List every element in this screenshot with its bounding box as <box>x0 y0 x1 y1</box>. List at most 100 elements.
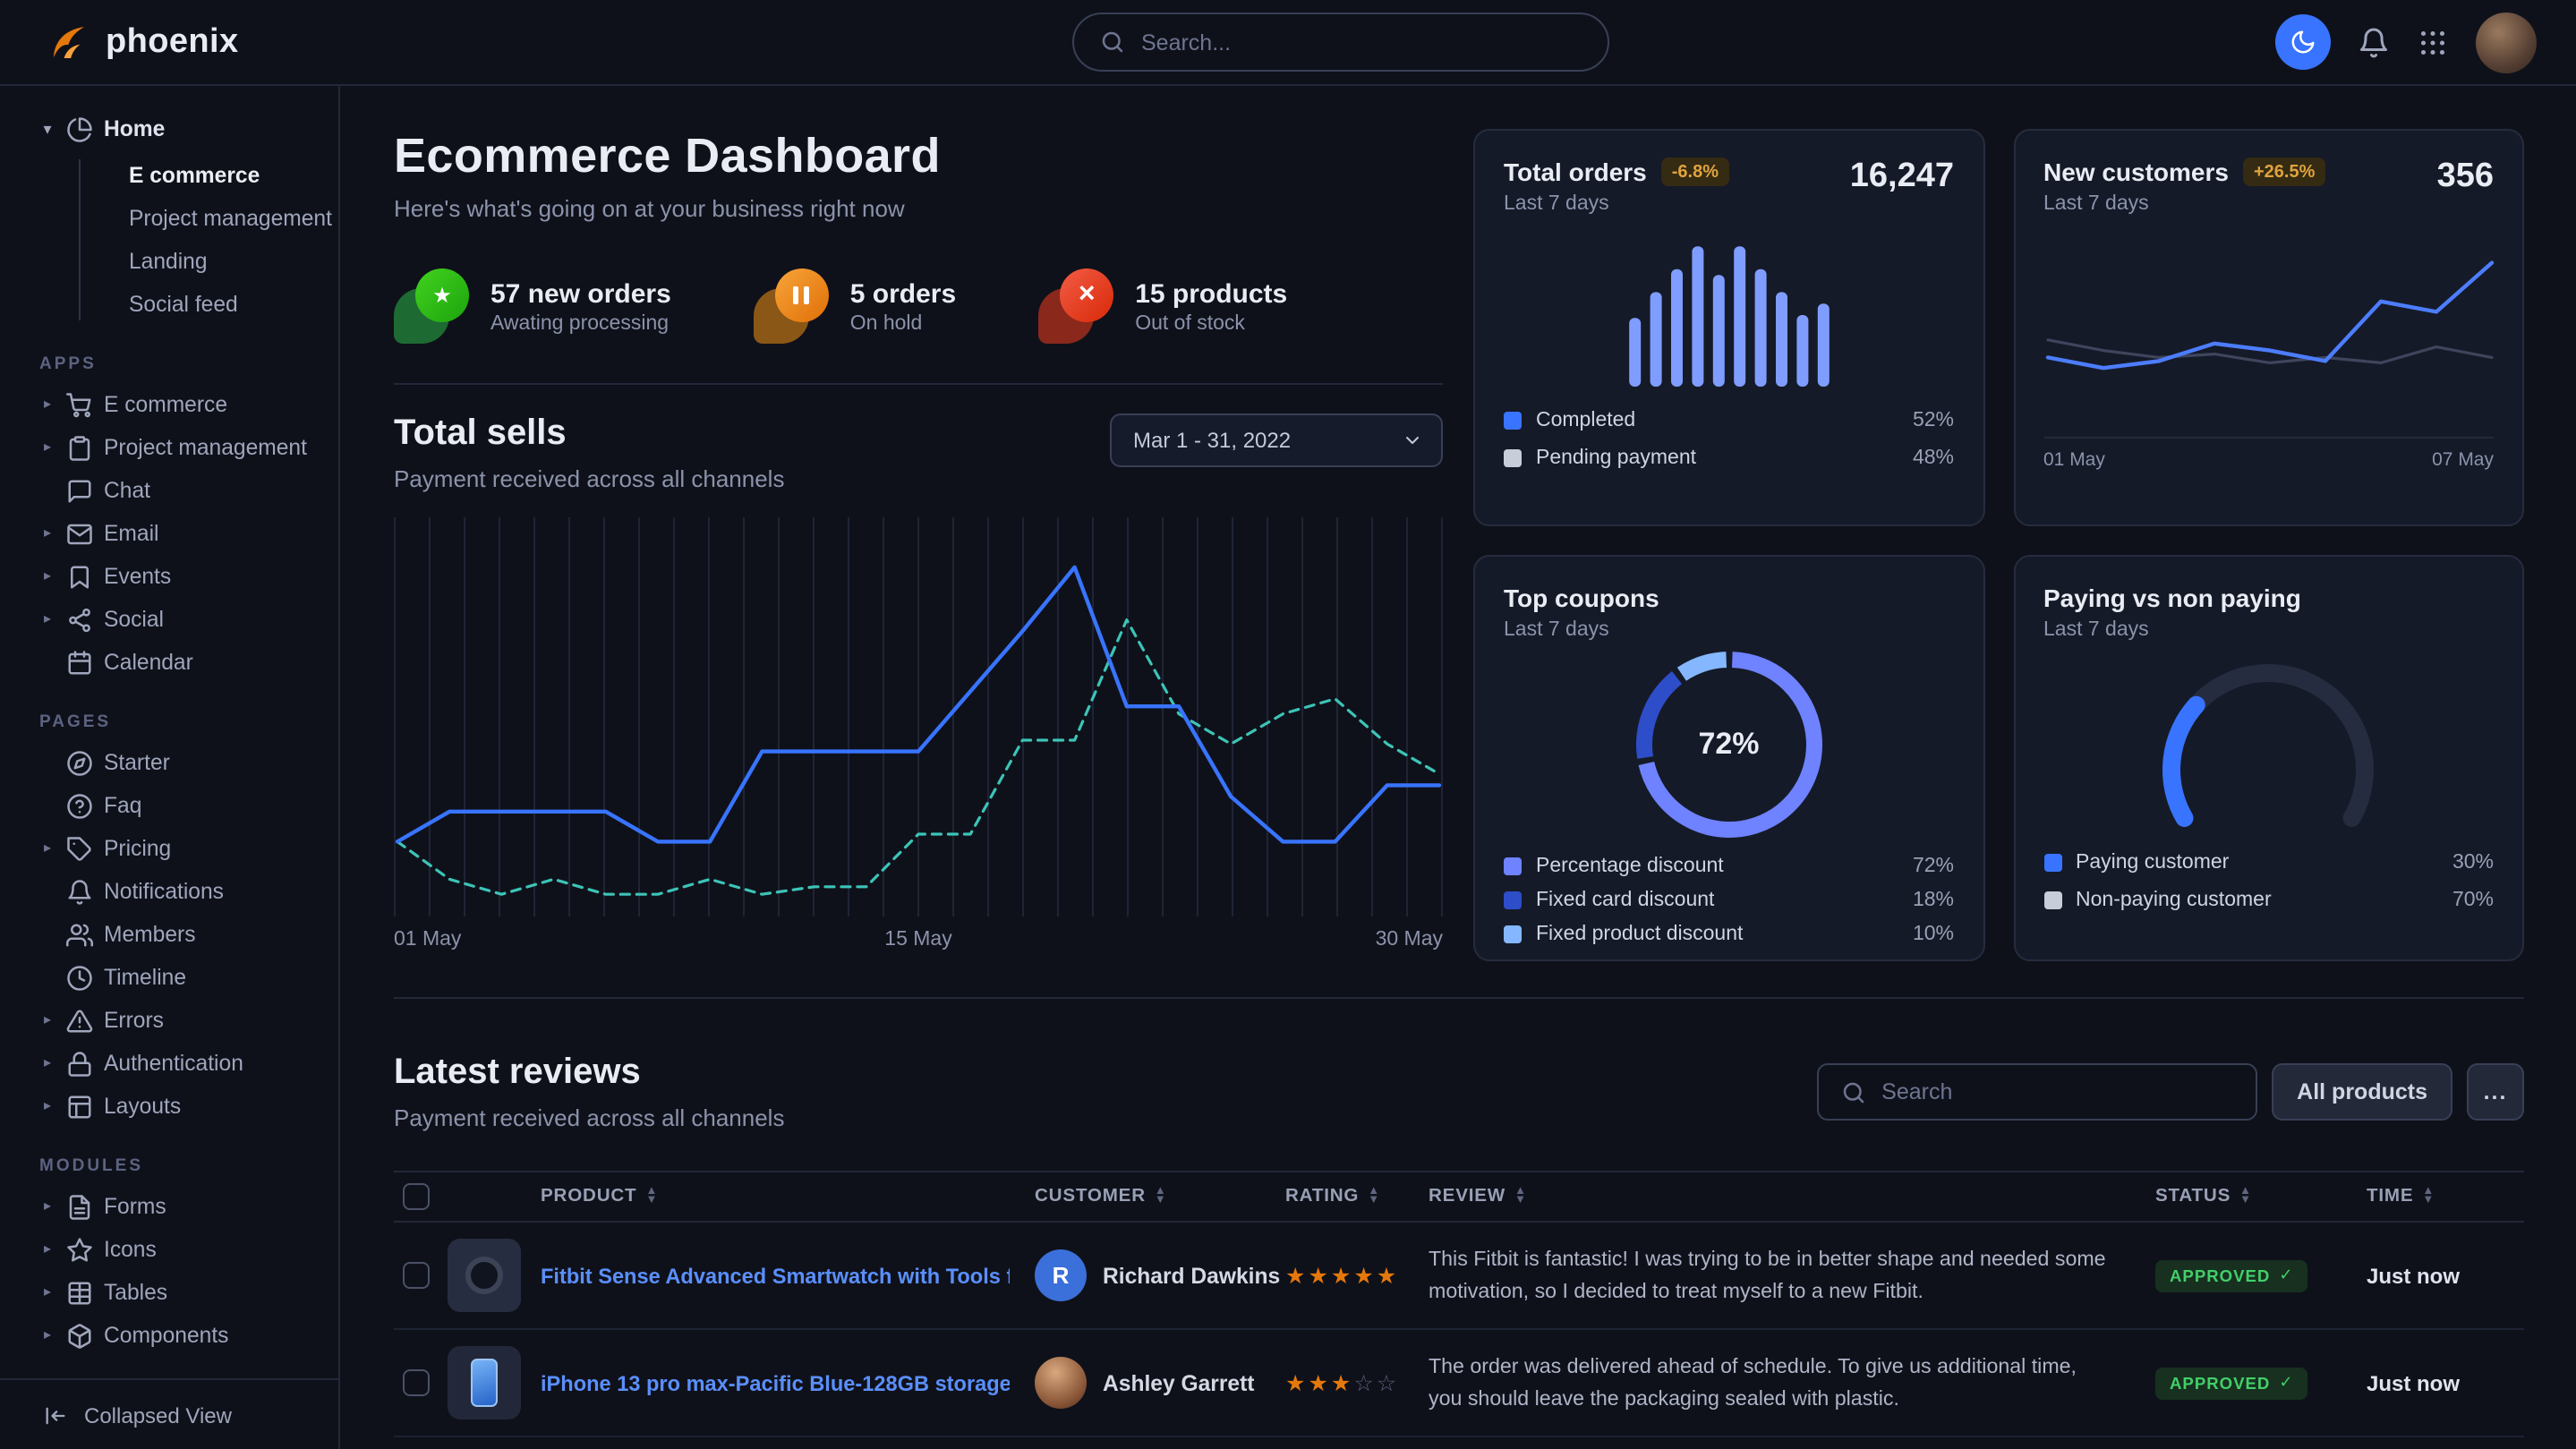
legend-label: Paying customer <box>2076 851 2229 873</box>
sidebar-item-pricing[interactable]: ▸ Pricing <box>0 827 338 870</box>
legend-item: Percentage discount 72% <box>1504 848 1954 882</box>
column-label: TIME <box>2367 1187 2413 1206</box>
star-badge-icon: ★ <box>394 268 469 344</box>
reviews-search[interactable] <box>1817 1063 2257 1121</box>
legend-value: 52% <box>1913 409 1954 430</box>
select-all-checkbox[interactable] <box>403 1183 430 1210</box>
table-header-row: PRODUCT CUSTOMER RATING REVIEW STATUS <box>394 1171 2524 1223</box>
row-checkbox[interactable] <box>403 1262 430 1289</box>
reviews-search-input[interactable] <box>1881 1079 2234 1104</box>
sidebar-item-members[interactable]: Members <box>0 913 338 956</box>
stats-row: ★ 57 new orders Awating processing <box>394 268 1443 385</box>
sidebar-item-project-management-app[interactable]: ▸ Project management <box>0 426 338 469</box>
column-header-rating[interactable]: RATING <box>1285 1187 1429 1206</box>
legend-swatch <box>2043 891 2061 908</box>
sidebar-item-notifications[interactable]: Notifications <box>0 870 338 913</box>
card-period: Last 7 days <box>1504 619 1954 641</box>
legend-label: Fixed card discount <box>1536 889 1714 910</box>
trend-badge: +26.5% <box>2243 158 2325 186</box>
sidebar-item-label: Pricing <box>104 836 171 861</box>
review-text: This Fitbit is fantastic! I was trying t… <box>1429 1244 2155 1307</box>
review-row: iPhone 13 pro max-Pacific Blue-128GB sto… <box>394 1330 2524 1437</box>
caret-right-icon: ▸ <box>39 1242 55 1257</box>
home-sub-list: E commerce Project management Landing So… <box>0 154 338 326</box>
all-products-button[interactable]: All products <box>2272 1063 2452 1121</box>
legend-swatch <box>1504 857 1522 874</box>
sidebar-item-tables[interactable]: ▸ Tables <box>0 1271 338 1314</box>
sidebar-item-components[interactable]: ▸ Components <box>0 1314 338 1357</box>
legend-item: Non-paying customer 70% <box>2043 881 2494 918</box>
caret-right-icon: ▸ <box>39 526 55 541</box>
column-header-time[interactable]: TIME <box>2367 1187 2524 1206</box>
product-link[interactable]: Fitbit Sense Advanced Smartwatch with To… <box>541 1263 1010 1288</box>
sidebar-item-label: Forms <box>104 1194 166 1219</box>
total-sells-subtitle: Payment received across all channels <box>394 465 784 492</box>
column-header-status[interactable]: STATUS <box>2155 1187 2367 1206</box>
sidebar-item-timeline[interactable]: Timeline <box>0 956 338 999</box>
box-icon <box>66 1322 93 1349</box>
form-icon <box>66 1193 93 1220</box>
sidebar-item-home[interactable]: ▾ Home <box>0 107 338 150</box>
compass-icon <box>66 749 93 776</box>
sidebar-item-authentication[interactable]: ▸ Authentication <box>0 1042 338 1085</box>
stat-value: 15 products <box>1135 278 1287 309</box>
global-search[interactable] <box>1071 13 1608 72</box>
sidebar-item-icons[interactable]: ▸ Icons <box>0 1228 338 1271</box>
sidebar-item-starter[interactable]: Starter <box>0 741 338 784</box>
sidebar-item-social[interactable]: ▸ Social <box>0 598 338 641</box>
review-time: Just now <box>2367 1370 2524 1395</box>
sidebar-item-chat[interactable]: Chat <box>0 469 338 512</box>
notifications-button[interactable] <box>2358 26 2390 58</box>
row-checkbox[interactable] <box>403 1369 430 1396</box>
status-badge: APPROVED ✓ <box>2155 1259 2307 1291</box>
sidebar-item-forms[interactable]: ▸ Forms <box>0 1185 338 1228</box>
sidebar-item-email[interactable]: ▸ Email <box>0 512 338 555</box>
review-row-partial <box>394 1437 2524 1449</box>
sidebar-item-calendar[interactable]: Calendar <box>0 641 338 684</box>
collapse-sidebar-button[interactable]: Collapsed View <box>0 1378 338 1449</box>
sidebar-item-label: Errors <box>104 1008 164 1033</box>
column-header-review[interactable]: REVIEW <box>1429 1187 2155 1206</box>
sidebar-item-ecommerce-app[interactable]: ▸ E commerce <box>0 383 338 426</box>
reviews-subtitle: Payment received across all channels <box>394 1104 784 1131</box>
review-time: Just now <box>2367 1263 2524 1288</box>
check-icon: ✓ <box>2279 1266 2293 1285</box>
sort-icon <box>1368 1189 1380 1205</box>
sidebar-item-label: Timeline <box>104 965 186 990</box>
sidebar-subitem-social-feed[interactable]: Social feed <box>0 283 338 326</box>
column-header-product[interactable]: PRODUCT <box>440 1187 1035 1206</box>
sidebar-item-label: Notifications <box>104 879 224 904</box>
sidebar-item-label: Starter <box>104 750 170 775</box>
sidebar-section-apps: APPS <box>39 354 338 374</box>
caret-right-icon: ▸ <box>39 1328 55 1342</box>
clipboard-icon <box>66 434 93 461</box>
legend-value: 30% <box>2452 851 2494 873</box>
sidebar-item-events[interactable]: ▸ Events <box>0 555 338 598</box>
column-header-customer[interactable]: CUSTOMER <box>1035 1187 1285 1206</box>
brand[interactable]: phoenix <box>47 20 239 64</box>
sidebar-item-faq[interactable]: Faq <box>0 784 338 827</box>
sidebar-subitem-ecommerce[interactable]: E commerce <box>0 154 338 197</box>
legend-swatch <box>1504 891 1522 908</box>
product-link[interactable]: iPhone 13 pro max-Pacific Blue-128GB sto… <box>541 1370 1010 1395</box>
new-customers-value: 356 <box>2437 158 2494 197</box>
bookmark-icon <box>66 563 93 590</box>
sidebar-item-layouts[interactable]: ▸ Layouts <box>0 1085 338 1128</box>
sidebar-item-errors[interactable]: ▸ Errors <box>0 999 338 1042</box>
calendar-icon <box>66 649 93 676</box>
date-range-select[interactable]: Mar 1 - 31, 2022 <box>1110 413 1443 467</box>
user-avatar[interactable] <box>2476 12 2537 72</box>
new-customers-chart <box>2043 229 2494 430</box>
theme-toggle-button[interactable] <box>2275 14 2331 70</box>
sidebar-subitem-landing[interactable]: Landing <box>0 240 338 283</box>
sidebar-subitem-project-management[interactable]: Project management <box>0 197 338 240</box>
legend-label: Non-paying customer <box>2076 889 2272 910</box>
pie-chart-icon <box>66 115 93 142</box>
apps-menu-button[interactable] <box>2417 26 2449 58</box>
more-options-button[interactable]: ... <box>2467 1063 2524 1121</box>
legend: Completed 52% Pending payment 48% <box>1504 401 1954 476</box>
sidebar-item-label: Home <box>104 116 165 141</box>
legend-label: Completed <box>1536 409 1635 430</box>
global-search-input[interactable] <box>1141 30 1582 55</box>
brand-name: phoenix <box>106 22 239 62</box>
